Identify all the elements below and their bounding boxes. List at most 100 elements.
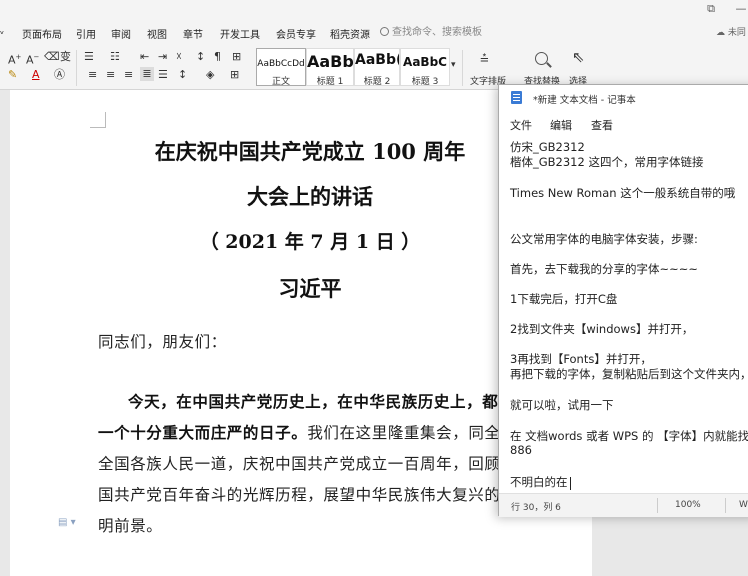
find-replace-button[interactable]: 查找替换 — [520, 48, 564, 87]
doc-para-line-1-text: 今天，在中国共产党历史上，在中华民族历史上，都是 — [128, 392, 515, 411]
zoom-level: 100% — [675, 500, 701, 510]
notepad-menu-edit[interactable]: 编辑 — [550, 117, 572, 133]
font-shrink-icon[interactable]: A− — [26, 50, 39, 68]
wps-title-bar: ⧉ — — [0, 0, 748, 20]
notepad-line: 楷体_GB2312 这四个，常用字体链接 — [510, 155, 704, 169]
table-icon[interactable]: ⊞ — [232, 50, 241, 64]
command-search[interactable]: 查找命令、搜索模板 — [380, 24, 498, 41]
shading-icon[interactable]: ◈ — [206, 68, 214, 82]
notepad-line: Times New Roman 这个一般系统自带的哦 — [510, 186, 736, 200]
doc-para-line-2: 一个十分重大而庄严的日子。我们在这里隆重集会，同全党 — [98, 421, 517, 443]
notepad-menu-bar: 文件 编辑 查看 — [499, 111, 748, 135]
doc-para-line-4: 国共产党百年奋斗的光辉历程，展望中华民族伟大复兴的光 — [98, 486, 517, 504]
menu-review[interactable]: 审阅 — [111, 26, 131, 41]
bullets-icon[interactable]: ☰ — [84, 50, 94, 64]
status-separator — [657, 498, 658, 513]
notepad-text-area[interactable]: 仿宋_GB2312 楷体_GB2312 这四个，常用字体链接 Times New… — [499, 135, 748, 493]
style-heading-1[interactable]: AaBb 标题 1 — [306, 48, 354, 87]
doc-para-line-5: 明前景。 — [98, 517, 163, 535]
doc-greeting: 同志们，朋友们： — [98, 333, 227, 351]
numbering-icon[interactable]: ☷ — [110, 50, 120, 64]
wps-menu-bar: ᵥ 页面布局 引用 审阅 视图 章节 开发工具 会员专享 稻壳资源 查找命令、搜… — [0, 20, 748, 46]
search-icon — [380, 27, 389, 36]
magnifier-handle — [546, 62, 552, 68]
doc-para-line-1: 今天，在中国共产党历史上，在中华民族历史上，都是 — [128, 390, 514, 412]
notepad-line: 3再找到【Fonts】并打开， — [510, 352, 652, 366]
notepad-line: 就可以啦，试用一下 — [510, 398, 614, 412]
text-layout-icon: ⩮ — [480, 49, 489, 67]
clear-format-icon[interactable]: ⌫ — [44, 50, 60, 64]
style-heading-2-sample: AaBb( — [355, 52, 399, 68]
style-heading-3[interactable]: AaBbC 标题 3 — [400, 48, 450, 87]
command-search-placeholder: 查找命令、搜索模板 — [392, 27, 482, 38]
ribbon-separator — [462, 50, 463, 86]
style-normal-name: 正文 — [271, 77, 290, 87]
notepad-menu-view[interactable]: 查看 — [591, 117, 613, 133]
notepad-line: 再把下载的字体，复制粘贴后到这个文件夹内， — [510, 367, 748, 381]
indent-increase-icon[interactable]: ⇥ — [158, 50, 167, 64]
notepad-app-icon — [511, 91, 522, 104]
styles-more-icon[interactable]: ▾ — [451, 58, 456, 72]
text-caret — [570, 477, 571, 490]
menu-page-layout[interactable]: 页面布局 — [22, 26, 62, 41]
minimize-icon[interactable]: — — [732, 2, 748, 16]
borders-icon[interactable]: ⊞ — [230, 68, 239, 82]
notepad-line: 2找到文件夹【windows】并打开， — [510, 322, 694, 336]
doc-para-line-2-rest: 我们在这里隆重集会，同全党 — [307, 424, 517, 442]
chinese-layout-icon[interactable]: ☓ — [176, 50, 182, 64]
select-button[interactable]: ⇖ 选择 — [560, 48, 596, 88]
ribbon-separator — [76, 50, 77, 86]
notepad-window: *新建 文本文档 - 记事本 文件 编辑 查看 仿宋_GB2312 楷体_GB2… — [498, 84, 748, 517]
menu-edge-icon: ᵥ — [0, 26, 5, 37]
style-heading-1-sample: AaBb — [307, 52, 353, 71]
menu-view[interactable]: 视图 — [147, 26, 167, 41]
font-grow-icon[interactable]: A+ — [8, 50, 21, 68]
notepad-line: 1下载完后，打开C盘 — [510, 292, 618, 306]
style-heading-2[interactable]: AaBb( 标题 2 — [354, 48, 400, 87]
layout-icon[interactable]: ⧉ — [702, 2, 720, 16]
phonetic-icon[interactable]: 变 — [60, 50, 71, 64]
notepad-title-bar[interactable]: *新建 文本文档 - 记事本 — [499, 85, 748, 111]
doc-para-line-2-bold: 一个十分重大而庄严的日子。 — [98, 423, 308, 442]
cloud-sync-label: 未同 — [727, 28, 746, 38]
align-justify-icon[interactable]: ≣ — [140, 67, 154, 81]
line-ending: W — [739, 500, 748, 510]
sort-icon[interactable]: ↕ — [196, 50, 205, 64]
notepad-line: 仿宋_GB2312 — [510, 140, 585, 154]
paragraph-handle-icon[interactable]: ▤ ▾ — [58, 517, 76, 528]
notepad-title: *新建 文本文档 - 记事本 — [533, 95, 636, 106]
char-border-icon[interactable]: Ⓐ — [54, 68, 65, 82]
notepad-status-bar: 行 30，列 6 100% W — [499, 493, 748, 517]
style-heading-3-name: 标题 3 — [411, 77, 439, 87]
notepad-menu-file[interactable]: 文件 — [510, 117, 532, 133]
page-margin-mark — [90, 112, 106, 128]
cloud-sync-status[interactable]: ☁ 未同 — [716, 25, 746, 38]
indent-decrease-icon[interactable]: ⇤ — [140, 50, 149, 64]
menu-docer[interactable]: 稻壳资源 — [330, 26, 370, 41]
notepad-line: 不明白的在 — [510, 475, 568, 489]
style-heading-1-name: 标题 1 — [316, 77, 344, 87]
style-heading-3-sample: AaBbC — [403, 55, 447, 69]
distribute-icon[interactable]: ☰ — [158, 68, 168, 82]
menu-developer[interactable]: 开发工具 — [220, 26, 260, 41]
text-layout-button[interactable]: ⩮ 文字排版 — [466, 48, 510, 88]
align-center-icon[interactable]: ≡ — [106, 68, 115, 82]
style-normal[interactable]: AaBbCcDd 正文 — [256, 48, 306, 87]
menu-member[interactable]: 会员专享 — [276, 26, 316, 41]
cursor-arrow-icon: ⇖ — [572, 48, 585, 66]
menu-references[interactable]: 引用 — [76, 26, 96, 41]
highlight-icon[interactable]: ✎ — [8, 68, 17, 82]
line-spacing-icon[interactable]: ↕ — [178, 68, 187, 82]
cursor-position: 行 30，列 6 — [511, 503, 561, 513]
align-left-icon[interactable]: ≡ — [88, 68, 97, 82]
align-right-icon[interactable]: ≡ — [124, 68, 133, 82]
style-heading-2-name: 标题 2 — [363, 77, 391, 87]
show-marks-icon[interactable]: ¶ — [214, 50, 221, 64]
doc-para-line-3: 全国各族人民一道，庆祝中国共产党成立一百周年，回顾中 — [98, 455, 517, 473]
font-color-icon[interactable]: A — [32, 68, 40, 82]
style-normal-sample: AaBbCcDd — [257, 59, 305, 69]
notepad-line: 首先，去下载我的分享的字体~~~~ — [510, 262, 699, 276]
menu-chapter[interactable]: 章节 — [183, 26, 203, 41]
status-separator — [725, 498, 726, 513]
notepad-line: 886 — [510, 443, 532, 457]
